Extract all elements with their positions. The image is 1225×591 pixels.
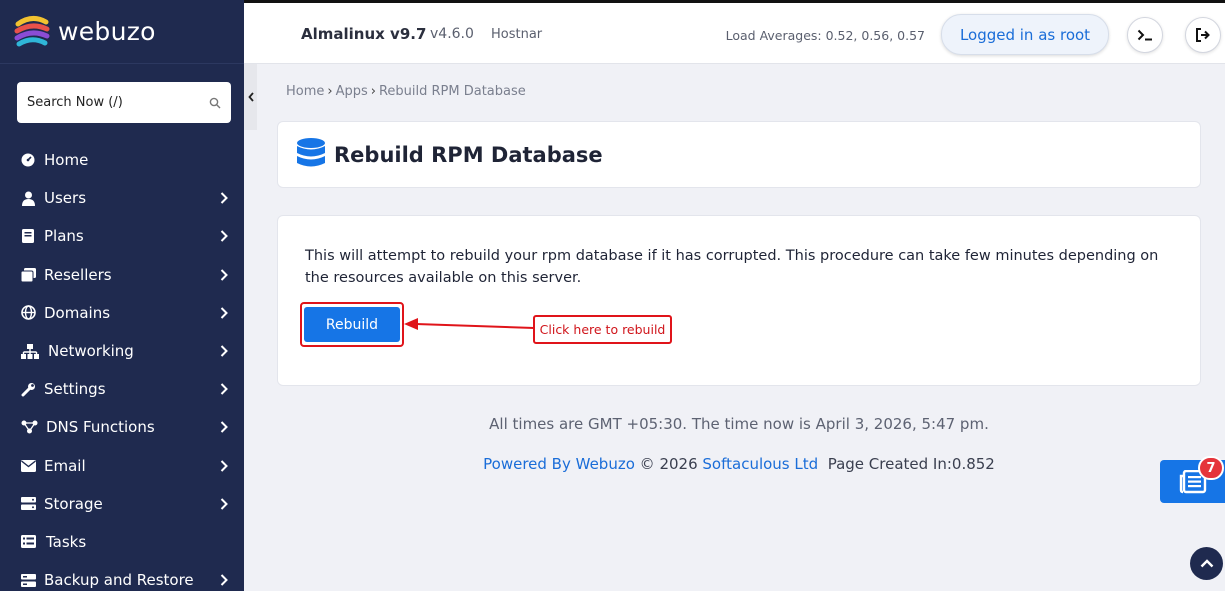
title-card: Rebuild RPM Database bbox=[277, 121, 1201, 188]
chevron-up-icon bbox=[1200, 559, 1213, 568]
chevron-right-icon bbox=[220, 268, 228, 281]
network-icon bbox=[20, 343, 39, 359]
resellers-icon bbox=[20, 267, 36, 283]
softaculous-link[interactable]: Softaculous Ltd bbox=[702, 455, 818, 473]
storage-icon bbox=[20, 496, 36, 512]
server-time: All times are GMT +05:30. The time now i… bbox=[489, 415, 989, 433]
hostname: Hostnar bbox=[491, 27, 543, 42]
sidebar-nav: Home Users Plans Resellers Domains Netwo… bbox=[0, 141, 244, 591]
sidebar-item-label: DNS Functions bbox=[46, 418, 155, 437]
sidebar-item-label: Resellers bbox=[44, 265, 112, 284]
chevron-right-icon bbox=[220, 307, 228, 319]
sidebar-item-label: Email bbox=[44, 456, 86, 475]
scroll-to-top-button[interactable] bbox=[1190, 547, 1223, 580]
dashboard-icon bbox=[20, 152, 36, 168]
os-name: Almalinux v9.7 bbox=[301, 25, 427, 43]
sidebar-item-label: Settings bbox=[44, 380, 106, 399]
dns-icon bbox=[20, 419, 38, 435]
user-icon bbox=[20, 190, 36, 206]
sidebar-item-users[interactable]: Users bbox=[0, 179, 244, 217]
top-bar: Almalinux v9.7 v4.6.0 Hostnar Load Avera… bbox=[244, 0, 1225, 64]
breadcrumb-home[interactable]: Home bbox=[286, 84, 324, 99]
logout-button[interactable] bbox=[1185, 17, 1221, 53]
chevron-right-icon bbox=[220, 498, 228, 510]
sidebar-item-label: Backup and Restore bbox=[44, 571, 194, 590]
sidebar-item-tasks[interactable]: Tasks bbox=[0, 523, 244, 561]
brand-name: webuzo bbox=[58, 17, 156, 46]
footer-links: Powered By Webuzo © 2026 Softaculous Ltd… bbox=[277, 455, 1201, 473]
webuzo-version: v4.6.0 bbox=[430, 26, 474, 42]
search-input[interactable] bbox=[27, 95, 197, 110]
chevron-right-icon bbox=[220, 345, 228, 357]
wrench-icon bbox=[20, 381, 36, 397]
search-icon[interactable] bbox=[209, 97, 221, 109]
chevron-right-icon bbox=[220, 192, 228, 204]
sidebar-item-label: Home bbox=[44, 151, 89, 170]
arrow-icon bbox=[404, 318, 534, 330]
load-averages: Load Averages: 0.52, 0.56, 0.57 bbox=[725, 28, 925, 43]
breadcrumb-apps[interactable]: Apps bbox=[336, 84, 368, 99]
database-icon bbox=[297, 138, 325, 167]
globe-icon bbox=[20, 305, 36, 321]
sidebar-item-label: Domains bbox=[44, 303, 111, 322]
breadcrumb-separator: › bbox=[370, 84, 376, 99]
sidebar-collapse-toggle[interactable] bbox=[244, 64, 257, 130]
webuzo-logo-icon bbox=[14, 15, 50, 46]
sidebar-item-resellers[interactable]: Resellers bbox=[0, 256, 244, 294]
sidebar: webuzo Home Users Plans Resellers bbox=[0, 0, 244, 591]
chevron-right-icon bbox=[220, 574, 228, 586]
breadcrumb-current: Rebuild RPM Database bbox=[378, 84, 526, 99]
powered-by-link[interactable]: Powered By Webuzo bbox=[483, 455, 635, 473]
sidebar-item-label: Plans bbox=[44, 227, 84, 246]
page-created-text: Page Created In:0.852 bbox=[827, 455, 995, 473]
chevron-right-icon bbox=[220, 421, 228, 434]
description-text: This will attempt to rebuild your rpm da… bbox=[305, 248, 1159, 286]
sidebar-item-label: Tasks bbox=[46, 532, 87, 551]
book-icon bbox=[20, 228, 36, 244]
copyright-text: © 2026 bbox=[639, 455, 698, 473]
sidebar-item-plans[interactable]: Plans bbox=[0, 217, 244, 255]
backup-icon bbox=[20, 572, 36, 588]
brand[interactable]: webuzo bbox=[0, 0, 244, 64]
rebuild-card: This will attempt to rebuild your rpm da… bbox=[277, 215, 1201, 386]
sidebar-item-label: Networking bbox=[48, 342, 134, 361]
logged-in-button[interactable]: Logged in as root bbox=[941, 14, 1109, 55]
breadcrumb-separator: › bbox=[327, 84, 333, 99]
sidebar-item-dns-functions[interactable]: DNS Functions bbox=[0, 408, 244, 446]
sidebar-item-storage[interactable]: Storage bbox=[0, 485, 244, 523]
breadcrumb: Home › Apps › Rebuild RPM Database bbox=[286, 84, 526, 99]
sidebar-item-backup-and-restore[interactable]: Backup and Restore bbox=[0, 561, 244, 591]
sidebar-item-home[interactable]: Home bbox=[0, 141, 244, 179]
logout-icon bbox=[1196, 28, 1210, 42]
sidebar-item-label: Users bbox=[44, 189, 87, 208]
news-count-badge: 7 bbox=[1198, 456, 1224, 480]
page-title: Rebuild RPM Database bbox=[334, 143, 603, 167]
search-box[interactable] bbox=[17, 82, 231, 123]
terminal-icon bbox=[1137, 29, 1152, 41]
sidebar-item-networking[interactable]: Networking bbox=[0, 332, 244, 370]
terminal-button[interactable] bbox=[1127, 17, 1163, 53]
sidebar-item-settings[interactable]: Settings bbox=[0, 370, 244, 408]
chevron-right-icon bbox=[220, 459, 228, 472]
chevron-right-icon bbox=[220, 383, 228, 395]
rebuild-button[interactable]: Rebuild bbox=[304, 307, 400, 342]
chevron-right-icon bbox=[220, 230, 228, 243]
envelope-icon bbox=[20, 458, 36, 474]
chevron-left-icon bbox=[247, 92, 254, 102]
sidebar-item-domains[interactable]: Domains bbox=[0, 294, 244, 332]
sidebar-item-label: Storage bbox=[44, 494, 103, 513]
callout-label: Click here to rebuild bbox=[533, 315, 672, 344]
tasks-icon bbox=[20, 534, 36, 550]
sidebar-item-email[interactable]: Email bbox=[0, 447, 244, 485]
